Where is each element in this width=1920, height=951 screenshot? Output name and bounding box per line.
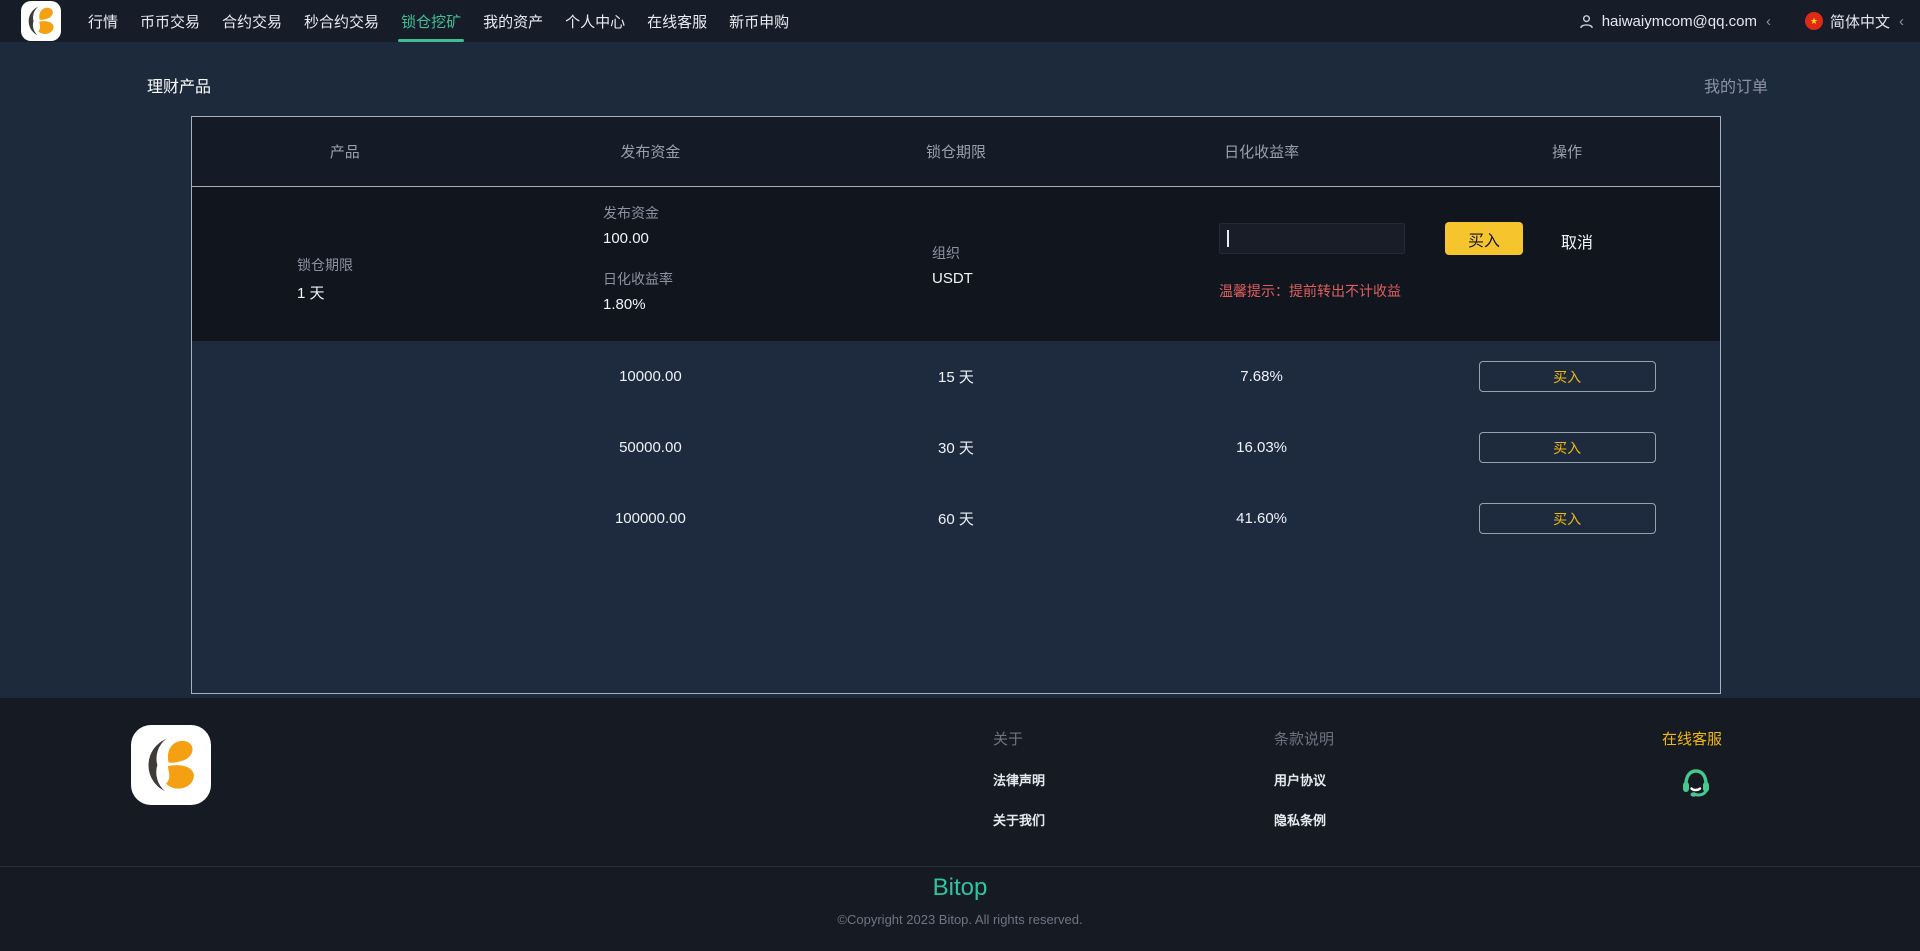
cell-daily-rate: 41.60% [1236,510,1288,527]
daily-rate-label: 日化收益率 [603,271,673,287]
my-orders-link[interactable]: 我的订单 [1704,73,1768,97]
nav-item-spot-trade[interactable]: 币币交易 [129,0,211,42]
footer-link-legal[interactable]: 法律声明 [993,770,1045,789]
nav-item-contract-trade[interactable]: 合约交易 [211,0,293,42]
cell-lock-period: 15 天 [938,369,974,386]
publish-amount-value: 100.00 [603,230,649,247]
table-row: 10000.00 15 天 7.68% 买入 [192,341,1720,412]
headset-icon[interactable] [1677,764,1715,807]
chevron-icon: ‹ [1765,12,1771,30]
navbar-right: haiwaiymcom@qq.com ‹ ★ 简体中文 ‹ [1578,11,1904,32]
nav-item-my-assets[interactable]: 我的资产 [472,0,554,42]
cell-publish-amount: 50000.00 [619,439,682,456]
footer-terms-column: 条款说明 用户协议 隐私条例 [1274,728,1334,829]
col-header-daily-rate: 日化收益率 [1224,144,1300,161]
bitop-logo-icon [28,6,54,36]
confirm-buy-button[interactable]: 买入 [1445,222,1523,255]
footer-copyright: ©Copyright 2023 Bitop. All rights reserv… [837,912,1083,927]
nav-item-markets[interactable]: 行情 [77,0,129,42]
table-row: 100000.00 60 天 41.60% 买入 [192,483,1720,554]
col-header-publish-amount: 发布资金 [620,144,681,161]
footer-brand-logo [131,725,211,805]
cell-publish-amount: 10000.00 [619,368,682,385]
lock-period-field: 锁仓期限 1 天 [297,255,353,303]
page-footer: 关于 法律声明 关于我们 条款说明 用户协议 隐私条例 在线客服 Bitop ©… [0,698,1920,951]
footer-about-column: 关于 法律声明 关于我们 [993,728,1045,829]
footer-customer-service-label[interactable]: 在线客服 [1662,728,1722,749]
expanded-purchase-row: 锁仓期限 1 天 发布资金 100.00 日化收益率 1.80% 组织 USDT… [192,187,1720,341]
buy-button[interactable]: 买入 [1478,361,1656,392]
warning-text: 温馨提示：提前转出不计收益 [1219,283,1401,299]
top-navbar: 行情 币币交易 合约交易 秒合约交易 锁仓挖矿 我的资产 个人中心 在线客服 新… [0,0,1920,42]
publish-amount-label: 发布资金 [603,205,659,221]
daily-rate-value: 1.80% [603,296,646,313]
daily-rate-field: 日化收益率 1.80% [603,269,673,313]
main-content: 理财产品 我的订单 产品 发布资金 锁仓期限 日化收益率 操作 锁仓期限 1 天… [0,42,1920,698]
cell-lock-period: 30 天 [938,440,974,457]
cell-publish-amount: 100000.00 [614,510,686,527]
buy-amount-input[interactable] [1219,223,1405,254]
col-header-product: 产品 [329,144,360,161]
buy-button[interactable]: 买入 [1478,503,1656,534]
chevron-icon: ‹ [1899,12,1904,30]
brand-logo[interactable] [21,1,61,41]
nav-item-profile[interactable]: 个人中心 [554,0,636,42]
footer-brand-name: Bitop [932,874,988,901]
user-email: haiwaiymcom@qq.com [1601,12,1757,30]
footer-about-heading: 关于 [993,731,1024,748]
products-table: 产品 发布资金 锁仓期限 日化收益率 操作 锁仓期限 1 天 发布资金 100.… [191,116,1721,694]
publish-amount-field: 发布资金 100.00 [603,203,659,247]
main-nav: 行情 币币交易 合约交易 秒合约交易 锁仓挖矿 我的资产 个人中心 在线客服 新… [77,0,800,42]
footer-link-about-us[interactable]: 关于我们 [993,810,1045,829]
cell-daily-rate: 7.68% [1240,368,1283,385]
col-header-action: 操作 [1552,144,1583,161]
buy-button[interactable]: 买入 [1478,432,1656,463]
lock-period-label: 锁仓期限 [297,257,353,273]
footer-link-user-agreement[interactable]: 用户协议 [1274,770,1334,789]
nav-item-staking-mining[interactable]: 锁仓挖矿 [390,0,472,42]
cell-daily-rate: 16.03% [1236,439,1288,456]
nav-item-new-coin[interactable]: 新币申购 [718,0,800,42]
org-field: 组织 USDT [932,243,973,287]
footer-divider [0,866,1920,867]
language-selector[interactable]: ★ 简体中文 ‹ [1804,11,1904,32]
person-icon [1579,14,1593,28]
language-label: 简体中文 [1829,13,1890,31]
lock-period-value: 1 天 [297,285,325,302]
table-header-row: 产品 发布资金 锁仓期限 日化收益率 操作 [192,117,1720,187]
org-label: 组织 [932,245,960,261]
nav-item-online-support[interactable]: 在线客服 [636,0,718,42]
nav-item-second-contract[interactable]: 秒合约交易 [293,0,390,42]
footer-link-privacy[interactable]: 隐私条例 [1274,810,1334,829]
cancel-button[interactable]: 取消 [1561,229,1593,253]
footer-terms-heading: 条款说明 [1274,731,1335,748]
user-account-menu[interactable]: haiwaiymcom@qq.com ‹ [1578,13,1771,30]
page-title: 理财产品 [147,79,212,96]
col-header-lock-period: 锁仓期限 [925,144,986,161]
cell-lock-period: 60 天 [938,511,974,528]
page-header: 理财产品 我的订单 [147,73,1768,97]
table-row: 50000.00 30 天 16.03% 买入 [192,412,1720,483]
text-caret [1227,230,1229,247]
org-value: USDT [932,270,973,287]
cn-flag-icon: ★ [1804,12,1823,30]
bitop-logo-icon [148,738,194,792]
